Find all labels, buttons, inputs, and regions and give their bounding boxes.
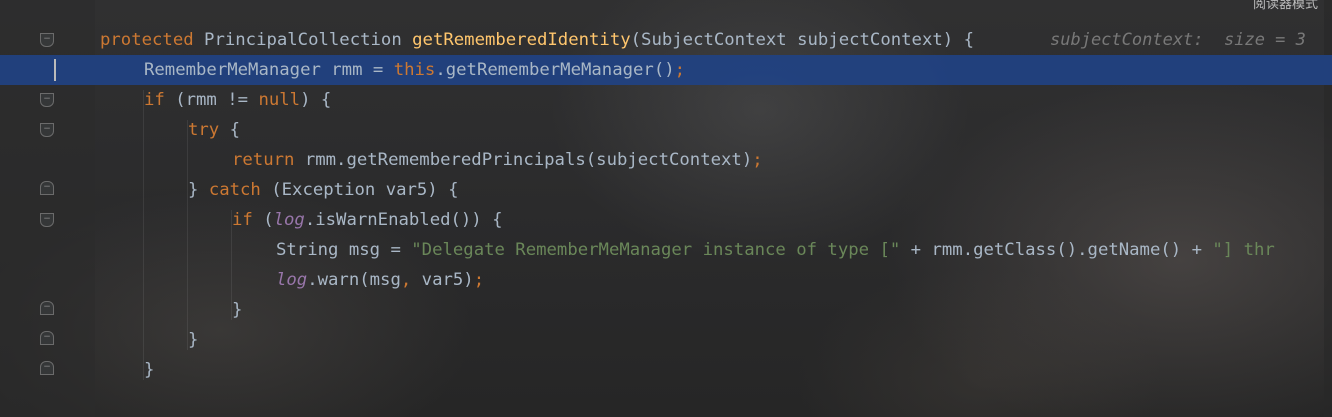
method-call: .warn(msg — [307, 270, 401, 290]
code-text[interactable]: } catch (Exception var5) { — [188, 175, 459, 205]
code-line-12[interactable]: − } — [0, 355, 1332, 385]
semicolon: ; — [752, 150, 763, 170]
catch-params: (Exception var5) { — [260, 180, 459, 200]
keyword-null: null — [258, 90, 301, 110]
code-text[interactable]: } — [232, 295, 242, 325]
condition-close: ) { — [300, 90, 332, 110]
code-line-11[interactable]: − } — [0, 325, 1332, 355]
keyword-this: this — [393, 60, 436, 80]
semicolon: ; — [674, 60, 686, 80]
code-text[interactable]: protected PrincipalCollection getRemembe… — [100, 25, 974, 55]
code-line-9[interactable]: log.warn(msg, var5); — [0, 265, 1332, 295]
code-text[interactable]: String msg = "Delegate RememberMeManager… — [276, 235, 1275, 265]
field-log: log — [276, 270, 308, 290]
code-line-5[interactable]: return rmm.getRememberedPrincipals(subje… — [0, 145, 1332, 175]
condition-open: (rmm != — [164, 90, 259, 110]
code-line-2-current[interactable]: RememberMeManager rmm = this.getRemember… — [0, 55, 1332, 85]
code-line-7[interactable]: − if (log.isWarnEnabled()) { — [0, 205, 1332, 235]
return-type: PrincipalCollection — [204, 30, 402, 50]
code-line-8[interactable]: String msg = "Delegate RememberMeManager… — [0, 235, 1332, 265]
reader-mode-label[interactable]: 阅读器模式 — [1253, 0, 1318, 12]
keyword-try: try — [188, 120, 220, 140]
text-caret — [54, 59, 56, 81]
code-text[interactable]: log.warn(msg, var5); — [276, 265, 484, 295]
brace-close: } — [188, 180, 209, 200]
keyword-return: return — [232, 150, 295, 170]
code-line-1[interactable]: − protected PrincipalCollection getRemem… — [0, 25, 1332, 55]
fold-collapse-icon[interactable]: − — [40, 33, 54, 47]
method-call: .isWarnEnabled()) { — [304, 210, 503, 230]
fold-collapse-icon[interactable]: − — [40, 123, 54, 137]
method-call: .getRememberMeManager() — [435, 60, 675, 80]
code-line-4[interactable]: − try { — [0, 115, 1332, 145]
fold-end-icon[interactable]: − — [40, 331, 54, 345]
fold-end-icon[interactable]: − — [40, 361, 54, 375]
code-line-6[interactable]: − } catch (Exception var5) { — [0, 175, 1332, 205]
code-text[interactable]: if (log.isWarnEnabled()) { — [232, 205, 503, 235]
code-text[interactable]: } — [144, 355, 154, 385]
code-text[interactable]: if (rmm != null) { — [144, 85, 331, 115]
keyword-if: if — [232, 210, 253, 230]
code-text[interactable]: try { — [188, 115, 240, 145]
field-log: log — [273, 210, 305, 230]
brace-close: } — [232, 300, 243, 320]
string-literal: "Delegate RememberMeManager instance of … — [411, 240, 901, 260]
argument: var5) — [411, 270, 474, 290]
keyword-if: if — [144, 90, 165, 110]
string-literal: "] thr — [1212, 240, 1275, 260]
method-params: (SubjectContext subjectContext) { — [630, 30, 974, 50]
fold-collapse-icon[interactable]: − — [40, 93, 54, 107]
brace: { — [219, 120, 241, 140]
comma: , — [400, 270, 412, 290]
code-text[interactable]: } — [188, 325, 198, 355]
semicolon: ; — [473, 270, 485, 290]
variable-declaration: RememberMeManager rmm = — [144, 60, 394, 80]
fold-end-icon[interactable]: − — [40, 181, 54, 195]
brace-close: } — [188, 330, 199, 350]
fold-collapse-icon[interactable]: − — [40, 213, 54, 227]
variable-declaration: String msg = — [276, 240, 412, 260]
paren: ( — [252, 210, 274, 230]
method-name: getRememberedIdentity — [412, 30, 631, 50]
code-line-10[interactable]: − } — [0, 295, 1332, 325]
concat-expression: + rmm.getClass().getName() + — [900, 240, 1213, 260]
keyword-protected: protected — [100, 30, 194, 50]
brace-close: } — [144, 360, 155, 380]
code-text[interactable]: return rmm.getRememberedPrincipals(subje… — [232, 145, 763, 175]
keyword-catch: catch — [208, 180, 261, 200]
debugger-inlay-hint: subjectContext: size = 3 — [1050, 30, 1306, 50]
code-text[interactable]: RememberMeManager rmm = this.getRemember… — [144, 55, 685, 85]
return-expression: rmm.getRememberedPrincipals(subjectConte… — [294, 150, 753, 170]
code-line-3[interactable]: − if (rmm != null) { — [0, 85, 1332, 115]
fold-end-icon[interactable]: − — [40, 301, 54, 315]
